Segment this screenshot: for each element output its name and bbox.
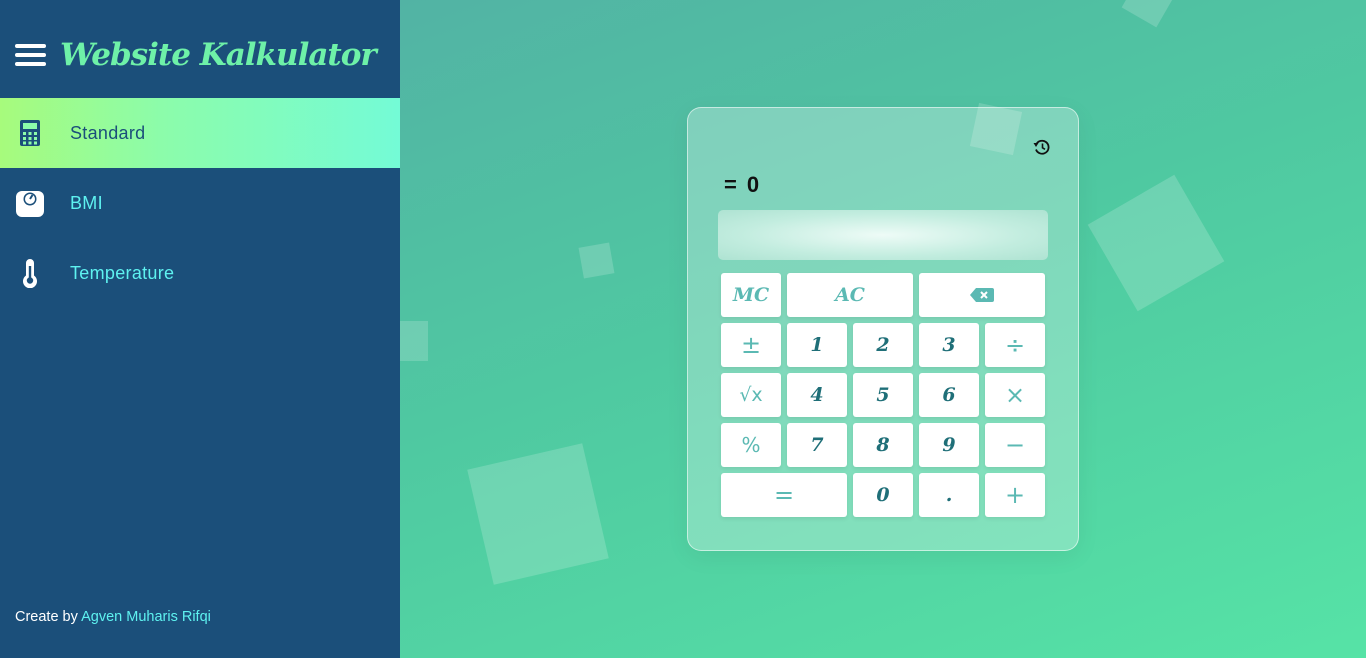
main-area: = 0 MC AC ± 1 2 3 ÷ √x 4 5 6 × % 7 8 9 −… [400, 0, 1366, 658]
calculator-icon [20, 120, 40, 146]
plus-minus-button[interactable]: ± [721, 323, 781, 367]
footer-prefix: Create by [15, 609, 78, 625]
digit-5-button[interactable]: 5 [853, 373, 913, 417]
multiply-button[interactable]: × [985, 373, 1045, 417]
digit-0-button[interactable]: 0 [853, 473, 913, 517]
backspace-icon [970, 288, 994, 302]
result-equals: = [724, 172, 737, 197]
sidebar-item-temperature[interactable]: Temperature [0, 238, 400, 308]
sidebar-item-bmi[interactable]: BMI [0, 168, 400, 238]
digit-7-button[interactable]: 7 [787, 423, 847, 467]
app-title: Website Kalkulator [60, 37, 377, 73]
sidebar-item-label: Temperature [70, 262, 175, 283]
percent-button[interactable]: % [721, 423, 781, 467]
hamburger-menu-icon[interactable] [15, 44, 46, 66]
digit-2-button[interactable]: 2 [853, 323, 913, 367]
sidebar-item-standard[interactable]: Standard [0, 98, 400, 168]
decorative-square [400, 321, 428, 361]
calculator-card: = 0 MC AC ± 1 2 3 ÷ √x 4 5 6 × % 7 8 9 −… [687, 107, 1079, 551]
decimal-point-button[interactable]: . [919, 473, 979, 517]
digit-3-button[interactable]: 3 [919, 323, 979, 367]
calculator-input[interactable] [718, 210, 1048, 260]
decorative-square [1121, 0, 1177, 28]
mc-button[interactable]: MC [721, 273, 781, 317]
decorative-square [578, 242, 615, 279]
sidebar-item-label: BMI [70, 192, 103, 213]
digit-6-button[interactable]: 6 [919, 373, 979, 417]
digit-4-button[interactable]: 4 [787, 373, 847, 417]
digit-9-button[interactable]: 9 [919, 423, 979, 467]
result-value: 0 [746, 172, 760, 197]
divide-button[interactable]: ÷ [985, 323, 1045, 367]
ac-button[interactable]: AC [787, 273, 913, 317]
plus-button[interactable]: + [985, 473, 1045, 517]
digit-8-button[interactable]: 8 [853, 423, 913, 467]
decorative-square [1087, 174, 1225, 312]
scale-icon [16, 191, 44, 217]
sidebar-item-label: Standard [70, 122, 146, 143]
square-root-button[interactable]: √x [721, 373, 781, 417]
thermometer-icon [23, 259, 37, 288]
sidebar: Website Kalkulator Standard BMI Temperat… [0, 0, 400, 658]
digit-1-button[interactable]: 1 [787, 323, 847, 367]
decorative-square [467, 443, 609, 585]
brand-header: Website Kalkulator [15, 33, 377, 77]
equals-button[interactable]: = [721, 473, 847, 517]
backspace-button[interactable] [919, 273, 1045, 317]
footer-author-link[interactable]: Agven Muharis Rifqi [81, 609, 211, 625]
minus-button[interactable]: − [985, 423, 1045, 467]
result-readout: = 0 [724, 172, 759, 198]
history-icon[interactable] [1032, 137, 1052, 157]
footer-credit: Create by Agven Muharis Rifqi [15, 609, 211, 625]
